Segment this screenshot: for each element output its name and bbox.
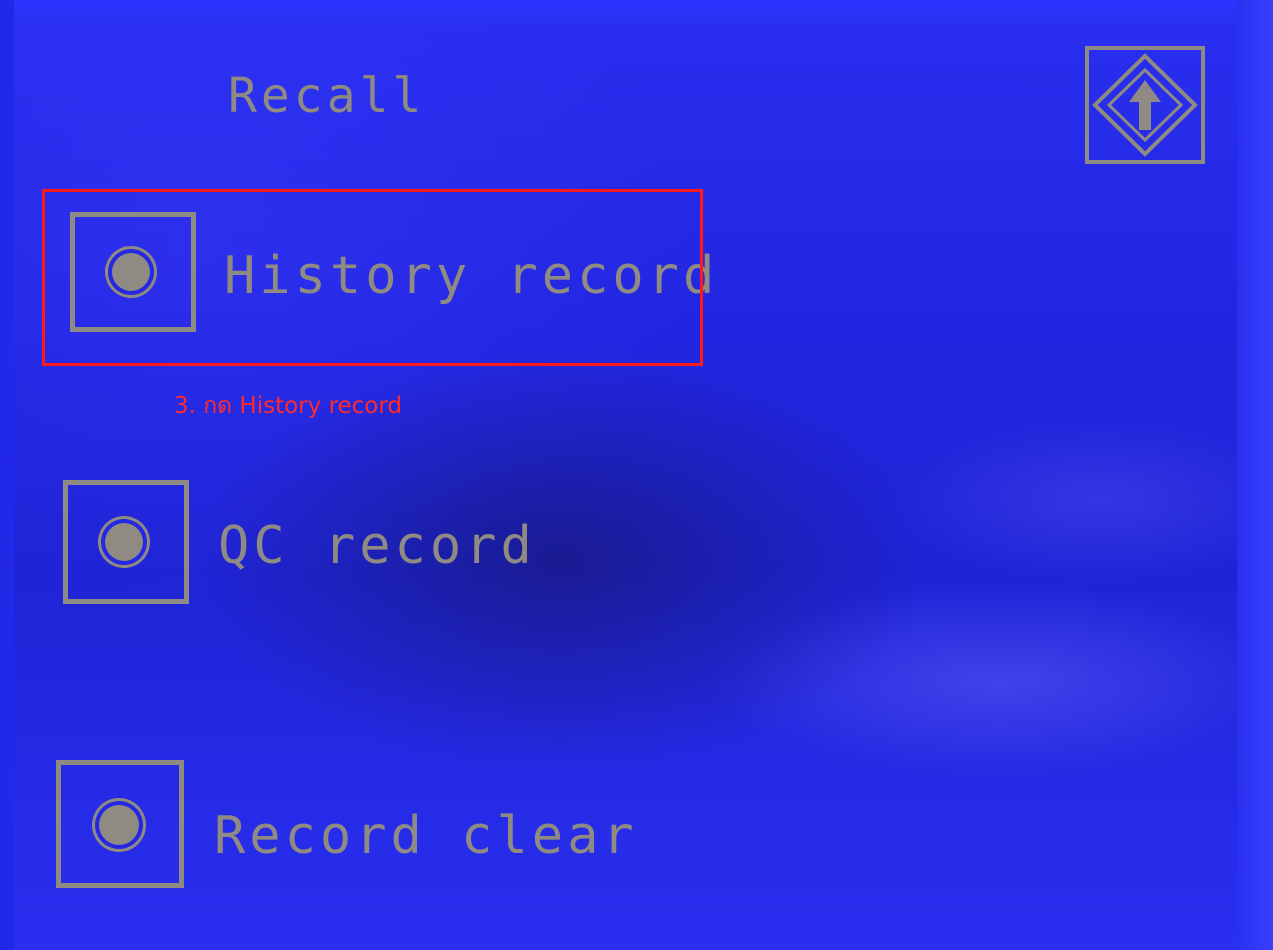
lcd-screen: Recall History record QC record Record c… <box>0 0 1273 950</box>
record-clear-label: Record clear <box>214 806 638 866</box>
up-arrow-icon <box>1092 53 1198 157</box>
screen-bezel-top <box>0 0 1273 22</box>
highlight-box <box>42 189 703 366</box>
radio-icon <box>99 805 139 845</box>
screen-bezel-left <box>0 0 14 950</box>
annotation-text: 3. กด History record <box>174 393 403 419</box>
screen-bezel-right <box>1237 0 1273 950</box>
qc-record-label: QC record <box>218 516 536 576</box>
qc-record-radio[interactable] <box>63 480 189 604</box>
radio-icon <box>105 523 143 561</box>
page-title: Recall <box>228 68 426 124</box>
back-button[interactable] <box>1085 46 1205 164</box>
record-clear-radio[interactable] <box>56 760 184 888</box>
